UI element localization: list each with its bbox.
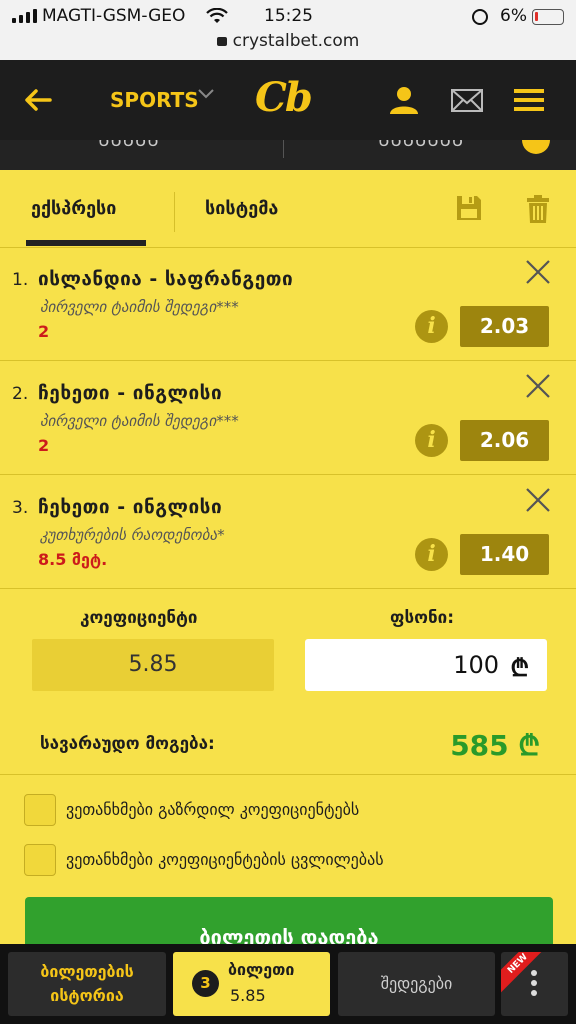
bet-index: 1. [12,270,29,290]
accept-changed-odds-option[interactable]: ვეთანხმები კოეფიციენტების ცვლილებას [0,834,576,884]
slip-odd: 5.85 [230,986,266,1005]
close-icon[interactable] [524,486,552,514]
active-tab-indicator [26,240,146,246]
bet-summary: კოეფიციენტი ფსონი: 5.85 100 ₾ სავარაუდო … [0,590,576,775]
new-badge: NEW [501,952,549,995]
status-bar: MAGTI-GSM-GEO 15:25 6% crystalbet.com [0,0,576,60]
trash-icon[interactable] [526,194,550,224]
more-menu-button[interactable]: NEW [501,952,568,1016]
carrier-name: MAGTI-GSM-GEO [42,6,186,26]
accept-changes-checkbox[interactable] [24,844,56,876]
potential-win-label: სავარაუდო მოგება: [40,734,215,754]
crystalbet-logo[interactable]: Cb [255,74,313,121]
rotation-lock-icon [472,9,488,25]
history-label-line2: ისტორია [50,986,124,1005]
stake-value: 100 [453,651,499,679]
slip-label: ბილეთი [228,960,295,979]
bet-match: ჩეხეთი - ინგლისი [38,496,223,518]
tab-express[interactable]: ექსპრესი [31,198,116,219]
battery-icon [532,9,564,25]
bet-index: 2. [12,384,29,404]
more-dots-icon [531,970,539,1000]
bet-market: პირველი ტაიმის შედეგი*** [40,412,239,430]
app-header: SPORTS Cb [0,60,576,140]
bet-match: ჩეხეთი - ინგლისი [38,382,223,404]
accept-increased-label: ვეთანხმები გაზრდილ კოეფიციენტებს [66,800,360,819]
padlock-icon [216,37,227,46]
results-button[interactable]: შედეგები [338,952,495,1016]
back-arrow-icon[interactable] [22,84,54,116]
accept-increased-checkbox[interactable] [24,794,56,826]
bet-item: 1. ისლანდია - საფრანგეთი პირველი ტაიმის … [0,248,576,361]
bet-item: 3. ჩეხეთი - ინგლისი კუთხურების რაოდენობა… [0,476,576,589]
strip-divider [283,140,284,158]
mail-icon[interactable] [450,82,484,118]
bet-pick: 2 [38,436,50,455]
info-icon[interactable]: i [415,310,448,343]
bet-history-button[interactable]: ბილეთების ისტორია [8,952,166,1016]
potential-win-value: 585 ₾ [450,729,540,762]
bottom-navigation: ბილეთების ისტორია 3 ბილეთი 5.85 შედეგები… [0,944,576,1024]
stake-input[interactable]: 100 ₾ [305,639,547,691]
history-label-line1: ბილეთების [40,962,134,981]
bet-odd: 1.40 [460,534,549,575]
sports-menu[interactable]: SPORTS [110,88,199,112]
bet-index: 3. [12,498,29,518]
bet-market: კუთხურების რაოდენობა* [40,526,225,544]
wifi-icon [206,8,228,23]
slip-count-badge: 3 [192,970,219,997]
tab-system[interactable]: სისტემა [205,198,278,219]
coefficient-label: კოეფიციენტი [80,608,198,628]
hamburger-menu-icon[interactable] [512,82,546,118]
bet-market: პირველი ტაიმის შედეგი*** [40,298,239,316]
total-coefficient: 5.85 [32,639,274,691]
signal-icon [12,9,37,23]
bet-item: 2. ჩეხეთი - ინგლისი პირველი ტაიმის შედეგ… [0,362,576,475]
bet-pick: 2 [38,322,50,341]
bet-slip-page: MAGTI-GSM-GEO 15:25 6% crystalbet.com SP… [0,0,576,1024]
accept-increased-odds-option[interactable]: ვეთანხმები გაზრდილ კოეფიციენტებს [0,784,576,834]
strip-tab-left[interactable]: ᲮᲮᲮᲮᲮ [98,140,160,152]
clock: 15:25 [264,6,313,26]
bet-pick: 8.5 მეტ. [38,550,108,569]
info-icon[interactable]: i [415,424,448,457]
close-icon[interactable] [524,372,552,400]
stake-label: ფსონი: [390,608,455,628]
save-icon[interactable] [455,194,483,222]
info-icon[interactable]: i [415,538,448,571]
currency-symbol: ₾ [510,654,529,682]
url-text: crystalbet.com [232,31,360,51]
strip-count-badge [522,140,550,154]
scrolled-tab-strip: ᲮᲮᲮᲮᲮ ᲮᲮᲮᲮᲮᲮᲮ [0,140,576,170]
battery-percent: 6% [500,6,527,26]
address-bar[interactable]: crystalbet.com [0,31,576,51]
strip-tab-right[interactable]: ᲮᲮᲮᲮᲮᲮᲮ [378,140,464,152]
accept-changes-label: ვეთანხმები კოეფიციენტების ცვლილებას [66,850,384,869]
chevron-down-icon[interactable] [197,86,215,100]
close-icon[interactable] [524,258,552,286]
bet-match: ისლანდია - საფრანგეთი [38,268,294,290]
tab-divider [174,192,175,232]
user-icon[interactable] [386,82,422,118]
bet-type-tabs: ექსპრესი სისტემა [0,170,576,248]
bet-odd: 2.06 [460,420,549,461]
bet-slip-button[interactable]: 3 ბილეთი 5.85 [173,952,330,1016]
bet-odd: 2.03 [460,306,549,347]
